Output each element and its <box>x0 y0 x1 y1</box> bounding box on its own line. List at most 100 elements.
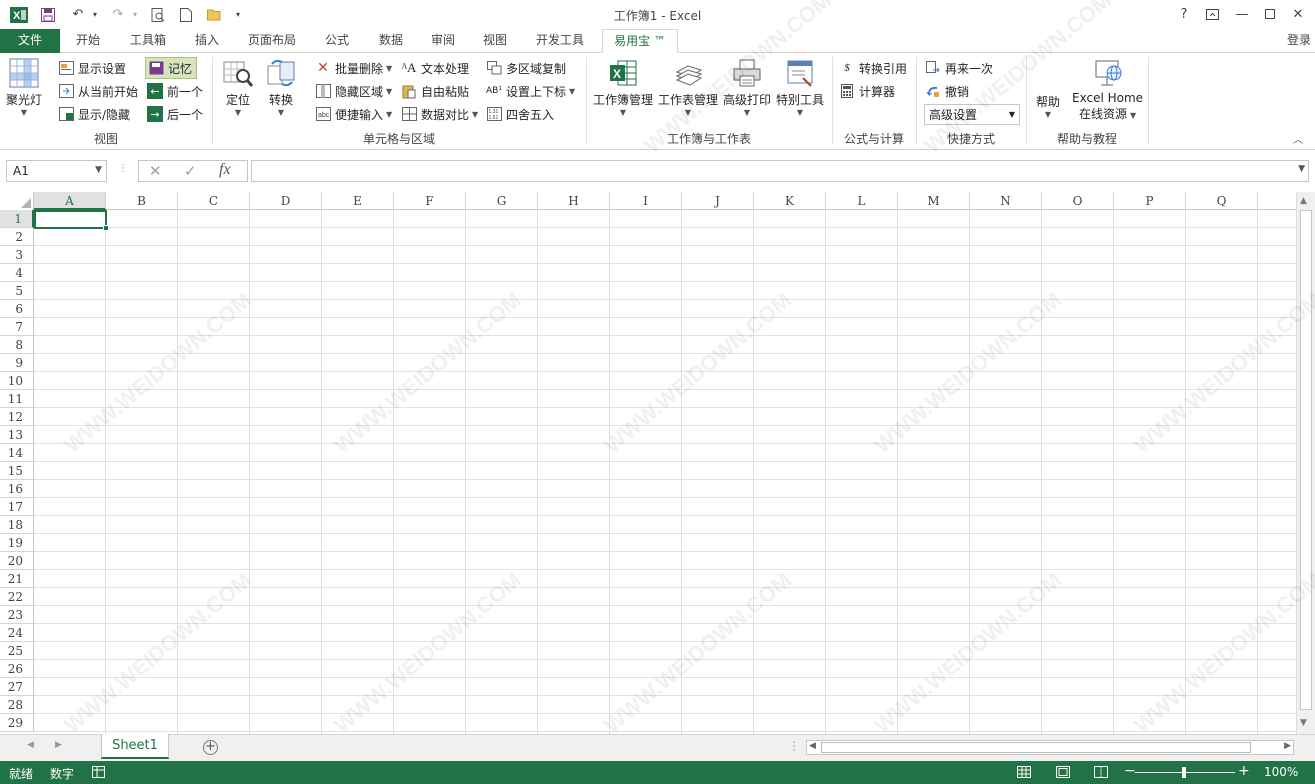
text-process-button[interactable]: ᴬA 文本处理 <box>401 58 469 78</box>
row-header[interactable]: 29 <box>0 714 34 732</box>
advanced-print-button[interactable]: 高级打印 ▼ <box>723 57 771 117</box>
redo-again-button[interactable]: 再来一次 <box>925 58 993 78</box>
column-header[interactable]: K <box>754 192 826 210</box>
row-header[interactable]: 4 <box>0 264 34 282</box>
enter-check-icon[interactable]: ✓ <box>184 162 197 180</box>
column-header[interactable]: O <box>1042 192 1114 210</box>
zoom-slider-thumb[interactable] <box>1182 767 1186 778</box>
column-header[interactable]: F <box>394 192 466 210</box>
row-header[interactable]: 3 <box>0 246 34 264</box>
sub-super-button[interactable]: AB¹ 设置上下标 ▼ <box>486 81 575 101</box>
show-settings-button[interactable]: 显示设置 <box>58 58 126 78</box>
row-header[interactable]: 23 <box>0 606 34 624</box>
data-compare-button[interactable]: 数据对比 ▼ <box>401 104 478 124</box>
cancel-icon[interactable]: ✕ <box>149 162 162 180</box>
convert-reference-button[interactable]: $ 转换引用 <box>839 58 907 78</box>
column-header[interactable]: P <box>1114 192 1186 210</box>
column-header[interactable]: J <box>682 192 754 210</box>
formula-bar-grip-icon[interactable]: ⋮ <box>118 163 128 174</box>
column-header[interactable]: M <box>898 192 970 210</box>
ribbon-display-options-icon[interactable] <box>1198 3 1226 25</box>
row-header[interactable]: 5 <box>0 282 34 300</box>
row-header[interactable]: 22 <box>0 588 34 606</box>
column-header[interactable]: G <box>466 192 538 210</box>
sheet-prev-icon[interactable]: ◀ <box>27 740 34 750</box>
row-header[interactable]: 2 <box>0 228 34 246</box>
zoom-out-icon[interactable]: − <box>1124 763 1136 779</box>
column-header[interactable]: L <box>826 192 898 210</box>
tab-home[interactable]: 开始 <box>66 29 110 53</box>
row-header[interactable]: 15 <box>0 462 34 480</box>
row-header[interactable]: 13 <box>0 426 34 444</box>
undo-button[interactable]: 撤销 <box>925 81 969 101</box>
tab-toolbox[interactable]: 工具箱 <box>122 29 174 53</box>
formula-input[interactable]: ▼ <box>251 160 1309 182</box>
row-header[interactable]: 24 <box>0 624 34 642</box>
tab-yiyongbao[interactable]: 易用宝 ™ <box>602 29 678 54</box>
sheet-next-icon[interactable]: ▶ <box>55 740 62 750</box>
column-header[interactable]: I <box>610 192 682 210</box>
zoom-in-icon[interactable]: + <box>1238 763 1250 779</box>
row-header[interactable]: 14 <box>0 444 34 462</box>
workbook-manage-button[interactable]: X 工作簿管理 ▼ <box>593 57 653 117</box>
column-header[interactable]: B <box>106 192 178 210</box>
chevron-down-icon[interactable]: ▼ <box>95 165 102 175</box>
minimize-button[interactable]: — <box>1228 3 1256 25</box>
sheet-tab[interactable]: Sheet1 <box>101 734 169 759</box>
scroll-right-icon[interactable]: ▶ <box>1284 741 1291 751</box>
tab-page-layout[interactable]: 页面布局 <box>240 29 304 53</box>
close-button[interactable]: ✕ <box>1284 3 1312 25</box>
scrollbar-thumb[interactable] <box>1300 210 1312 710</box>
advanced-settings-dropdown[interactable]: 高级设置 ▼ <box>924 104 1020 125</box>
vertical-scrollbar[interactable]: ▲ ▼ <box>1296 192 1315 734</box>
excel-home-button[interactable]: Excel Home 在线资源 ▼ <box>1072 57 1143 122</box>
row-header[interactable]: 6 <box>0 300 34 318</box>
column-header[interactable]: E <box>322 192 394 210</box>
row-header[interactable]: 28 <box>0 696 34 714</box>
row-header[interactable]: 25 <box>0 642 34 660</box>
column-header[interactable]: N <box>970 192 1042 210</box>
scroll-down-icon[interactable]: ▼ <box>1300 718 1307 728</box>
locate-button[interactable]: 定位 ▼ <box>222 57 254 117</box>
horizontal-scrollbar[interactable]: ◀ ▶ <box>806 740 1294 755</box>
normal-view-icon[interactable] <box>1017 766 1031 781</box>
scroll-left-icon[interactable]: ◀ <box>809 741 816 751</box>
row-header[interactable]: 8 <box>0 336 34 354</box>
help-button[interactable]: ? <box>1170 3 1198 25</box>
column-header[interactable]: C <box>178 192 250 210</box>
tab-file[interactable]: 文件 <box>0 29 60 53</box>
special-tools-button[interactable]: 特别工具 ▼ <box>776 57 824 117</box>
row-header[interactable]: 26 <box>0 660 34 678</box>
quick-input-button[interactable]: abc 便捷输入 ▼ <box>315 104 392 124</box>
batch-delete-button[interactable]: ✕ 批量删除 ▼ <box>315 58 392 78</box>
free-paste-button[interactable]: 自由粘贴 <box>401 81 469 101</box>
row-header[interactable]: 12 <box>0 408 34 426</box>
rounding-button[interactable]: 1.31 1.51 四舍五入 <box>486 104 554 124</box>
spotlight-button[interactable]: 聚光灯 ▼ <box>6 57 42 117</box>
scrollbar-thumb[interactable] <box>821 742 1251 753</box>
login-link[interactable]: 登录 <box>1282 29 1315 53</box>
tab-insert[interactable]: 插入 <box>186 29 228 53</box>
column-header[interactable]: Q <box>1186 192 1258 210</box>
column-header[interactable]: H <box>538 192 610 210</box>
select-all-button[interactable] <box>0 192 34 210</box>
row-header[interactable]: 27 <box>0 678 34 696</box>
scroll-up-icon[interactable]: ▲ <box>1300 196 1307 206</box>
fill-handle[interactable] <box>103 225 109 231</box>
split-grip-icon[interactable]: ⋮ <box>788 739 800 753</box>
multi-copy-button[interactable]: 多区域复制 <box>486 58 566 78</box>
tab-view[interactable]: 视图 <box>474 29 516 53</box>
hide-region-button[interactable]: 隐藏区域 ▼ <box>315 81 392 101</box>
convert-button[interactable]: 转换 ▼ <box>265 57 297 117</box>
expand-formula-icon[interactable]: ▼ <box>1298 164 1305 174</box>
row-header[interactable]: 11 <box>0 390 34 408</box>
row-header[interactable]: 20 <box>0 552 34 570</box>
collapse-ribbon-icon[interactable]: ︿ <box>1293 131 1303 146</box>
row-header[interactable]: 7 <box>0 318 34 336</box>
column-header[interactable]: D <box>250 192 322 210</box>
calculator-button[interactable]: 计算器 <box>839 81 895 101</box>
from-current-button[interactable]: 从当前开始 <box>58 81 138 101</box>
add-sheet-icon[interactable]: + <box>203 740 218 755</box>
row-header[interactable]: 19 <box>0 534 34 552</box>
tab-data[interactable]: 数据 <box>370 29 412 53</box>
